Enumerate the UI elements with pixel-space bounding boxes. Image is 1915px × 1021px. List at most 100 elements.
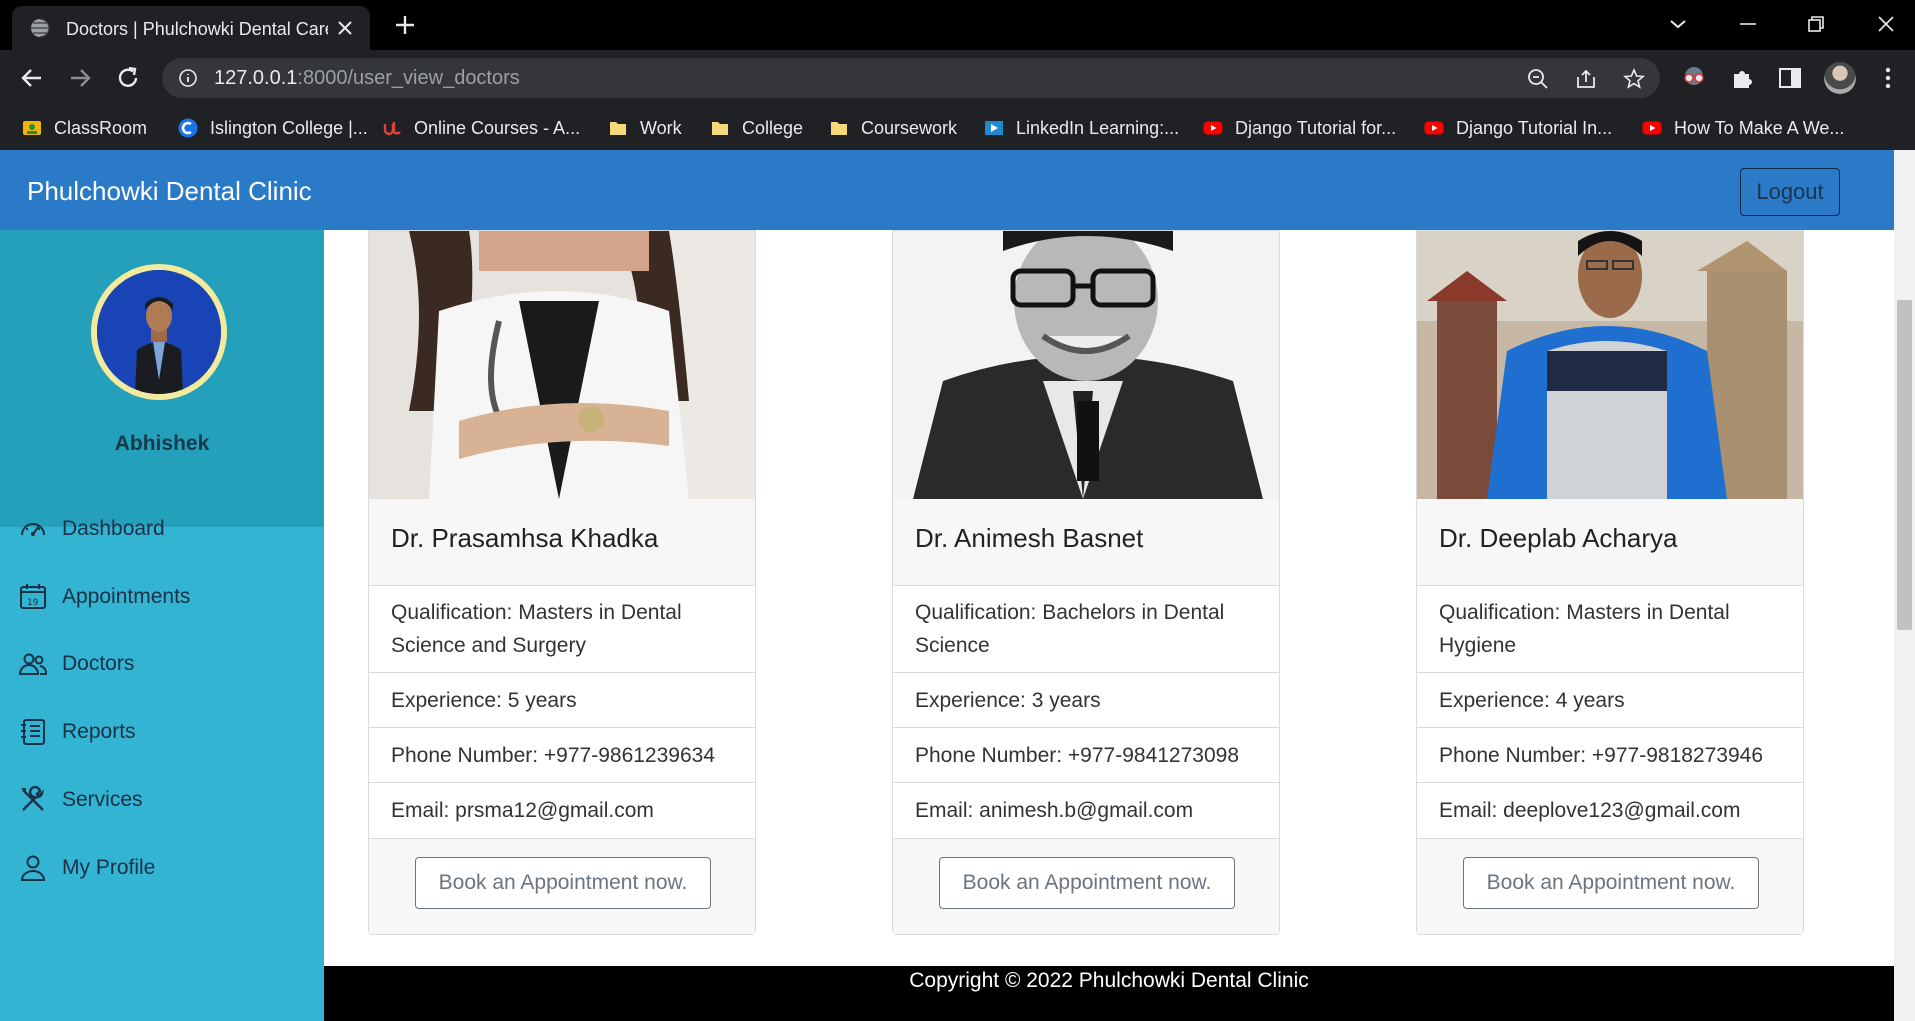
sidebar-item-doctors[interactable]: Doctors xyxy=(18,646,134,682)
bookmark-item[interactable]: Coursework xyxy=(829,116,957,140)
doctor-qualification: Qualification: Masters in Dental Hygiene xyxy=(1439,601,1730,657)
sidebar-item-label: Appointments xyxy=(62,585,191,608)
bookmark-item[interactable]: Work xyxy=(608,116,682,140)
tools-icon xyxy=(21,785,44,811)
url-host: 127.0.0.1 xyxy=(214,67,298,89)
doctor-photo xyxy=(893,231,1279,499)
dashboard-icon xyxy=(21,523,45,536)
bookmark-item[interactable]: College xyxy=(710,116,803,140)
doctor-qualification: Qualification: Masters in Dental Science… xyxy=(391,601,682,657)
youtube-icon xyxy=(1203,121,1223,135)
people-icon xyxy=(18,653,48,675)
doctor-experience: Experience: 3 years xyxy=(915,689,1101,712)
close-tab-icon[interactable] xyxy=(336,19,354,37)
extension-glasses-icon[interactable] xyxy=(1680,64,1708,92)
phone-row: Phone Number: +977-9861239634 xyxy=(369,728,755,783)
qualification-row: Qualification: Bachelors in Dental Scien… xyxy=(893,586,1279,673)
bookmark-item[interactable]: Online Courses - A... xyxy=(382,116,580,140)
brand-title[interactable]: Phulchowki Dental Clinic xyxy=(27,176,312,207)
sidebar-item-appointments[interactable]: 19 Appointments xyxy=(18,579,190,615)
back-icon[interactable] xyxy=(18,64,46,92)
reload-icon[interactable] xyxy=(114,64,142,92)
bookmark-item[interactable]: How To Make A We... xyxy=(1642,116,1844,140)
sidebar: Abhishek Dashboard 19 Appointments Doctors R… xyxy=(0,230,324,1021)
doctor-photo xyxy=(1417,231,1803,499)
experience-row: Experience: 5 years xyxy=(369,673,755,728)
page-viewport: Dr. Prasamhsa Khadka Qualification: Maste… xyxy=(0,150,1915,1021)
bookmark-item[interactable]: Islington College |... xyxy=(178,116,368,140)
doctor-card: Dr. Deeplab Acharya Qualification: Master… xyxy=(1416,230,1804,935)
email-row: Email: deeplove123@gmail.com xyxy=(1417,783,1803,839)
new-tab-icon[interactable] xyxy=(394,14,416,36)
experience-row: Experience: 4 years xyxy=(1417,673,1803,728)
folder-icon xyxy=(610,122,626,135)
youtube-icon xyxy=(1642,121,1662,135)
profile-username: Abhishek xyxy=(114,432,210,455)
page-scrollbar[interactable] xyxy=(1894,150,1915,1021)
restore-icon[interactable] xyxy=(1802,10,1830,38)
sidebar-item-label: Services xyxy=(62,788,143,811)
extensions-puzzle-icon[interactable] xyxy=(1728,64,1756,92)
doctor-qualification: Qualification: Bachelors in Dental Scien… xyxy=(915,601,1225,657)
bookmarks-bar: ClassRoom Islington College |... Online Co… xyxy=(0,106,1915,150)
site-info-icon[interactable] xyxy=(178,68,198,88)
bookmark-label: LinkedIn Learning:... xyxy=(1016,117,1180,138)
bookmark-label: ClassRoom xyxy=(54,117,148,138)
bookmark-label: Work xyxy=(640,117,682,138)
doctor-experience: Experience: 5 years xyxy=(391,689,577,712)
side-panel-icon[interactable] xyxy=(1776,64,1804,92)
sidebar-item-reports[interactable]: Reports xyxy=(18,714,136,750)
sidebar-item-label: My Profile xyxy=(62,856,156,879)
minimize-icon[interactable] xyxy=(1734,10,1762,38)
doctor-email: Email: deeplove123@gmail.com xyxy=(1439,799,1741,822)
more-menu-icon[interactable] xyxy=(1874,64,1902,92)
doctor-email: Email: animesh.b@gmail.com xyxy=(915,799,1194,822)
youtube-icon xyxy=(1424,121,1444,135)
doctor-phone: Phone Number: +977-9818273946 xyxy=(1439,744,1764,767)
report-icon xyxy=(21,719,45,745)
bookmark-item[interactable]: ClassRoom xyxy=(22,116,147,140)
sidebar-item-my-profile[interactable]: My Profile xyxy=(18,850,155,886)
card-footer: Book an Appointment now. xyxy=(369,839,755,934)
bookmark-label: College xyxy=(742,117,804,138)
book-appointment-button[interactable]: Book an Appointment now. xyxy=(939,857,1235,909)
bookmark-label: Django Tutorial In... xyxy=(1456,117,1613,138)
bookmark-item[interactable]: Django Tutorial In... xyxy=(1424,116,1612,140)
footer: Copyright © 2022 Phulchowki Dental Clini… xyxy=(324,966,1894,1021)
tab-search-icon[interactable] xyxy=(1664,10,1692,38)
doctor-phone: Phone Number: +977-9861239634 xyxy=(391,744,716,767)
browser-tab[interactable]: Doctors | Phulchowki Dental Care xyxy=(12,6,370,50)
bookmark-item[interactable]: LinkedIn Learning:... xyxy=(984,116,1179,140)
profile-area: Abhishek xyxy=(0,230,324,527)
sidebar-item-label: Dashboard xyxy=(62,517,165,540)
linkedin-icon xyxy=(985,121,1003,135)
bookmark-item[interactable]: Django Tutorial for... xyxy=(1203,116,1396,140)
share-icon[interactable] xyxy=(1574,67,1598,91)
close-window-icon[interactable] xyxy=(1872,10,1900,38)
book-appointment-button[interactable]: Book an Appointment now. xyxy=(1463,857,1759,909)
scrollbar-thumb[interactable] xyxy=(1897,300,1912,630)
logout-button[interactable]: Logout xyxy=(1740,168,1840,216)
qualification-row: Qualification: Masters in Dental Hygiene xyxy=(1417,586,1803,673)
person-icon xyxy=(20,855,46,881)
url-path: :8000/user_view_doctors xyxy=(297,67,520,89)
bookmark-label: How To Make A We... xyxy=(1674,117,1845,138)
forward-icon[interactable] xyxy=(66,64,94,92)
udemy-icon xyxy=(383,122,401,136)
experience-row: Experience: 3 years xyxy=(893,673,1279,728)
browser-profile-avatar[interactable] xyxy=(1824,62,1856,94)
classroom-icon xyxy=(23,121,41,135)
bookmark-star-icon[interactable] xyxy=(1622,67,1646,91)
doctor-card: Dr. Prasamhsa Khadka Qualification: Maste… xyxy=(368,230,756,935)
calendar-icon: 19 xyxy=(20,584,46,609)
browser-tabstrip: Doctors | Phulchowki Dental Care xyxy=(0,0,1915,50)
address-bar[interactable]: 127.0.0.1:8000/user_view_doctors xyxy=(162,58,1660,98)
url-text: 127.0.0.1:8000/user_view_doctors xyxy=(214,67,520,90)
book-appointment-button[interactable]: Book an Appointment now. xyxy=(415,857,711,909)
doctor-name-row: Dr. Deeplab Acharya xyxy=(1417,499,1803,586)
sidebar-item-dashboard[interactable]: Dashboard xyxy=(18,511,165,547)
folder-icon xyxy=(712,122,728,135)
zoom-icon[interactable] xyxy=(1526,67,1550,91)
doctor-photo xyxy=(369,231,755,499)
sidebar-item-services[interactable]: Services xyxy=(18,782,143,818)
